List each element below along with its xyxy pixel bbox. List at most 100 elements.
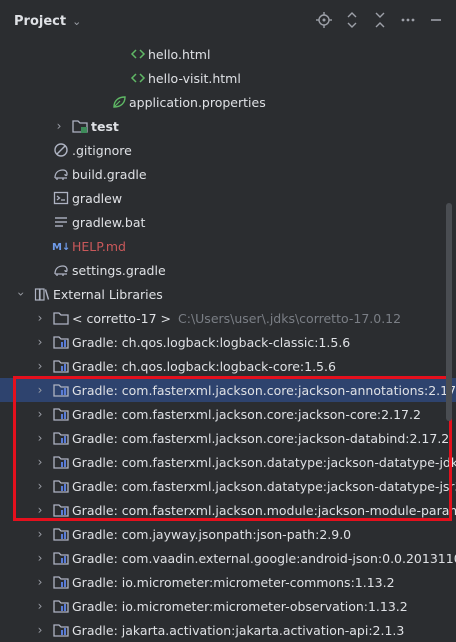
tree-item-gitignore[interactable]: .gitignore bbox=[0, 138, 456, 162]
chevron-right-icon[interactable]: › bbox=[52, 119, 66, 133]
test-folder-icon bbox=[72, 118, 88, 134]
gradle-library-icon bbox=[53, 574, 69, 590]
text-file-icon bbox=[53, 214, 69, 230]
jdk-path: C:\Users\user\.jdks\corretto-17.0.12 bbox=[178, 310, 402, 326]
gradle-library-icon bbox=[53, 598, 69, 614]
more-options-icon[interactable] bbox=[398, 10, 418, 30]
gradle-library-icon bbox=[53, 406, 69, 422]
chevron-right-icon[interactable]: › bbox=[33, 431, 47, 445]
chevron-right-icon[interactable]: › bbox=[33, 527, 47, 541]
tree-item-label: Gradle: com.fasterxml.jackson.datatype:j… bbox=[72, 454, 456, 470]
project-tree: hello.html hello-visit.html application.… bbox=[0, 42, 456, 642]
tree-item-label: hello.html bbox=[148, 46, 211, 62]
tree-item-label: settings.gradle bbox=[72, 262, 166, 278]
tree-item-label: Gradle: com.fasterxml.jackson.core:jacks… bbox=[72, 406, 421, 422]
gradle-library-icon bbox=[53, 454, 69, 470]
hide-panel-icon[interactable] bbox=[426, 10, 446, 30]
tree-item-label: test bbox=[91, 118, 119, 134]
chevron-right-icon[interactable]: › bbox=[33, 479, 47, 493]
chevron-right-icon[interactable]: › bbox=[33, 455, 47, 469]
tree-item-label: < corretto-17 > C:\Users\user\.jdks\corre… bbox=[72, 310, 402, 326]
chevron-right-icon[interactable]: › bbox=[33, 503, 47, 517]
chevron-right-icon[interactable]: › bbox=[33, 335, 47, 349]
tree-item-help-md[interactable]: M↓ HELP.md bbox=[0, 234, 456, 258]
tree-item-jdk[interactable]: › < corretto-17 > C:\Users\user\.jdks\cor… bbox=[0, 306, 456, 330]
expand-all-icon[interactable] bbox=[342, 10, 362, 30]
project-title[interactable]: Project bbox=[14, 14, 66, 29]
tree-item-label: Gradle: com.fasterxml.jackson.module:jac… bbox=[72, 502, 456, 518]
gradle-library-icon bbox=[53, 334, 69, 350]
tree-item-label: Gradle: ch.qos.logback:logback-core:1.5.… bbox=[72, 358, 336, 374]
gradle-library-icon bbox=[53, 478, 69, 494]
gradle-library-icon bbox=[53, 526, 69, 542]
library-icon bbox=[34, 286, 50, 302]
tree-item-label: Gradle: com.fasterxml.jackson.datatype:j… bbox=[72, 478, 456, 494]
chevron-right-icon[interactable]: › bbox=[33, 407, 47, 421]
tree-item-library[interactable]: › Gradle: com.fasterxml.jackson.core:jac… bbox=[0, 426, 456, 450]
spring-leaf-icon bbox=[111, 94, 127, 110]
tree-item-library[interactable]: › Gradle: com.fasterxml.jackson.datatype… bbox=[0, 474, 456, 498]
chevron-down-icon[interactable]: › bbox=[14, 287, 28, 301]
svg-text:M↓: M↓ bbox=[52, 242, 70, 253]
chevron-right-icon[interactable]: › bbox=[33, 599, 47, 613]
tree-item-label: Gradle: io.micrometer:micrometer-commons… bbox=[72, 574, 395, 590]
tree-item-library[interactable]: › Gradle: com.fasterxml.jackson.module:j… bbox=[0, 498, 456, 522]
gradle-library-icon bbox=[53, 358, 69, 374]
jdk-folder-icon bbox=[53, 310, 69, 326]
terminal-file-icon bbox=[53, 190, 69, 206]
tree-item-external-libraries[interactable]: › External Libraries bbox=[0, 282, 456, 306]
tree-item-library[interactable]: › Gradle: com.jayway.jsonpath:json-path:… bbox=[0, 522, 456, 546]
tree-item-label: Gradle: com.jayway.jsonpath:json-path:2.… bbox=[72, 526, 352, 542]
tree-item-label: .gitignore bbox=[72, 142, 132, 158]
ignore-file-icon bbox=[53, 142, 69, 158]
tree-item-hello-visit-html[interactable]: hello-visit.html bbox=[0, 66, 456, 90]
tree-item-label: gradlew.bat bbox=[72, 214, 146, 230]
gradle-library-icon bbox=[53, 622, 69, 638]
tree-item-hello-html[interactable]: hello.html bbox=[0, 42, 456, 66]
vertical-scrollbar[interactable] bbox=[446, 203, 452, 421]
gradle-library-icon bbox=[53, 382, 69, 398]
tree-item-library[interactable]: › Gradle: com.fasterxml.jackson.datatype… bbox=[0, 450, 456, 474]
gradle-library-icon bbox=[53, 550, 69, 566]
chevron-right-icon[interactable]: › bbox=[33, 575, 47, 589]
tree-item-library[interactable]: › Gradle: com.fasterxml.jackson.core:jac… bbox=[0, 402, 456, 426]
chevron-right-icon[interactable]: › bbox=[33, 551, 47, 565]
gradle-elephant-icon bbox=[53, 262, 69, 278]
tree-item-label: Gradle: com.fasterxml.jackson.core:jacks… bbox=[72, 382, 456, 398]
tree-item-label: Gradle: jakarta.activation:jakarta.activ… bbox=[72, 622, 405, 638]
tree-item-library-selected[interactable]: › Gradle: com.fasterxml.jackson.core:jac… bbox=[0, 378, 456, 402]
markdown-icon: M↓ bbox=[52, 238, 72, 254]
tree-item-label: External Libraries bbox=[53, 286, 163, 302]
tree-item-label: hello-visit.html bbox=[148, 70, 241, 86]
tree-item-test-folder[interactable]: › test bbox=[0, 114, 456, 138]
tree-item-label: HELP.md bbox=[72, 238, 126, 254]
tree-item-library[interactable]: › Gradle: io.micrometer:micrometer-obser… bbox=[0, 594, 456, 618]
tree-item-settings-gradle[interactable]: settings.gradle bbox=[0, 258, 456, 282]
locate-icon[interactable] bbox=[314, 10, 334, 30]
html-file-icon bbox=[130, 70, 146, 86]
chevron-right-icon[interactable]: › bbox=[33, 623, 47, 637]
tree-item-label: Gradle: com.vaadin.external.google:andro… bbox=[72, 550, 456, 566]
tree-item-label: gradlew bbox=[72, 190, 123, 206]
chevron-right-icon[interactable]: › bbox=[33, 311, 47, 325]
tree-item-library[interactable]: › Gradle: com.vaadin.external.google:and… bbox=[0, 546, 456, 570]
tree-item-gradlew-bat[interactable]: gradlew.bat bbox=[0, 210, 456, 234]
tree-item-library[interactable]: › Gradle: ch.qos.logback:logback-classic… bbox=[0, 330, 456, 354]
chevron-right-icon[interactable]: › bbox=[33, 383, 47, 397]
tree-item-label: Gradle: com.fasterxml.jackson.core:jacks… bbox=[72, 430, 450, 446]
html-file-icon bbox=[130, 46, 146, 62]
tree-item-application-properties[interactable]: application.properties bbox=[0, 90, 456, 114]
tree-item-label: build.gradle bbox=[72, 166, 147, 182]
tree-item-label: Gradle: io.micrometer:micrometer-observa… bbox=[72, 598, 408, 614]
project-header: Project ⌄ bbox=[0, 0, 456, 42]
tree-item-gradlew[interactable]: gradlew bbox=[0, 186, 456, 210]
tree-item-library[interactable]: › Gradle: io.micrometer:micrometer-commo… bbox=[0, 570, 456, 594]
chevron-right-icon[interactable]: › bbox=[33, 359, 47, 373]
tree-item-library[interactable]: › Gradle: jakarta.activation:jakarta.act… bbox=[0, 618, 456, 642]
chevron-down-icon[interactable]: ⌄ bbox=[72, 15, 81, 28]
tree-item-build-gradle[interactable]: build.gradle bbox=[0, 162, 456, 186]
tree-item-label: application.properties bbox=[129, 94, 266, 110]
tree-item-library[interactable]: › Gradle: ch.qos.logback:logback-core:1.… bbox=[0, 354, 456, 378]
collapse-all-icon[interactable] bbox=[370, 10, 390, 30]
gradle-library-icon bbox=[53, 502, 69, 518]
